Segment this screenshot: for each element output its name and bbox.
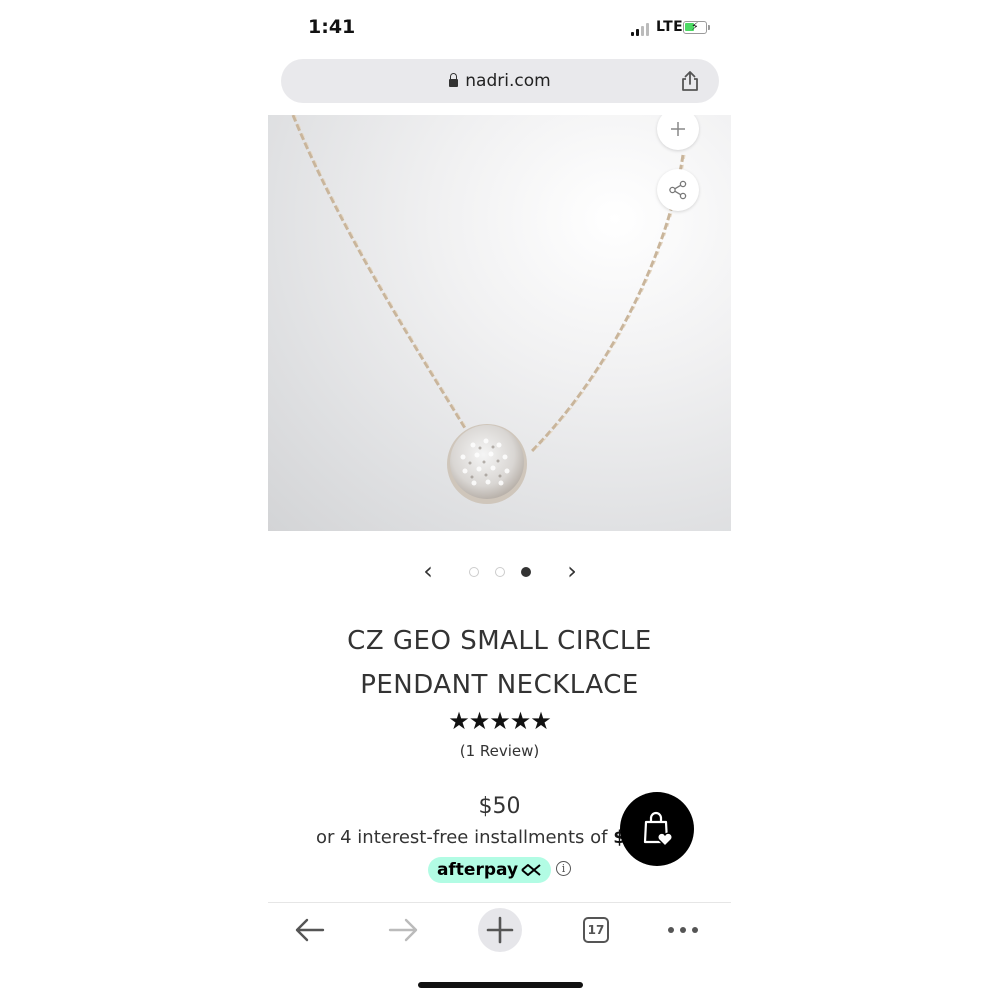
network-label: LTE	[656, 19, 684, 35]
afterpay-badge[interactable]: afterpay	[428, 857, 551, 883]
plus-icon	[671, 122, 685, 136]
chevron-left-icon[interactable]: ‹	[418, 559, 438, 583]
back-button[interactable]	[287, 908, 331, 952]
shopping-bag-heart-icon	[643, 811, 673, 848]
share-icon[interactable]	[678, 69, 702, 93]
more-icon	[668, 927, 698, 933]
new-tab-button[interactable]	[478, 908, 522, 952]
info-icon[interactable]: i	[556, 861, 571, 876]
carousel-dot-active[interactable]	[521, 567, 531, 577]
afterpay-logo-icon	[521, 864, 541, 876]
product-title-line1: CZ GEO SMALL CIRCLE	[347, 626, 652, 656]
review-count-link[interactable]: (1 Review)	[268, 742, 731, 760]
arrow-left-icon	[295, 918, 325, 942]
address-bar[interactable]: nadri.com	[281, 59, 719, 103]
installments-text: or 4 interest-free installments of $12	[316, 827, 651, 848]
installments-prefix: or 4 interest-free installments of	[316, 827, 614, 848]
product-title-line2: PENDANT NECKLACE	[360, 670, 639, 700]
chevron-right-icon[interactable]: ›	[562, 559, 582, 583]
rating-stars[interactable]: ★★★★★	[268, 707, 731, 735]
carousel-dot[interactable]	[495, 567, 505, 577]
product-image[interactable]	[268, 115, 731, 531]
status-time: 1:41	[308, 16, 356, 38]
social-share-button[interactable]	[657, 169, 699, 211]
home-indicator[interactable]	[418, 982, 583, 988]
forward-button[interactable]	[382, 908, 426, 952]
tabs-icon: 17	[583, 917, 609, 943]
share-nodes-icon	[669, 180, 687, 200]
tabs-button[interactable]: 17	[574, 908, 618, 952]
toolbar-divider	[268, 902, 731, 903]
more-button[interactable]	[661, 908, 705, 952]
afterpay-label: afterpay	[436, 860, 519, 880]
plus-icon	[486, 916, 514, 944]
lock-icon	[449, 73, 459, 87]
battery-icon: ⚡	[683, 20, 710, 34]
url-text: nadri.com	[465, 71, 551, 91]
signal-icon	[631, 22, 653, 36]
carousel-dot[interactable]	[469, 567, 479, 577]
shopping-bag-button[interactable]	[620, 792, 694, 866]
arrow-right-icon	[388, 918, 418, 942]
